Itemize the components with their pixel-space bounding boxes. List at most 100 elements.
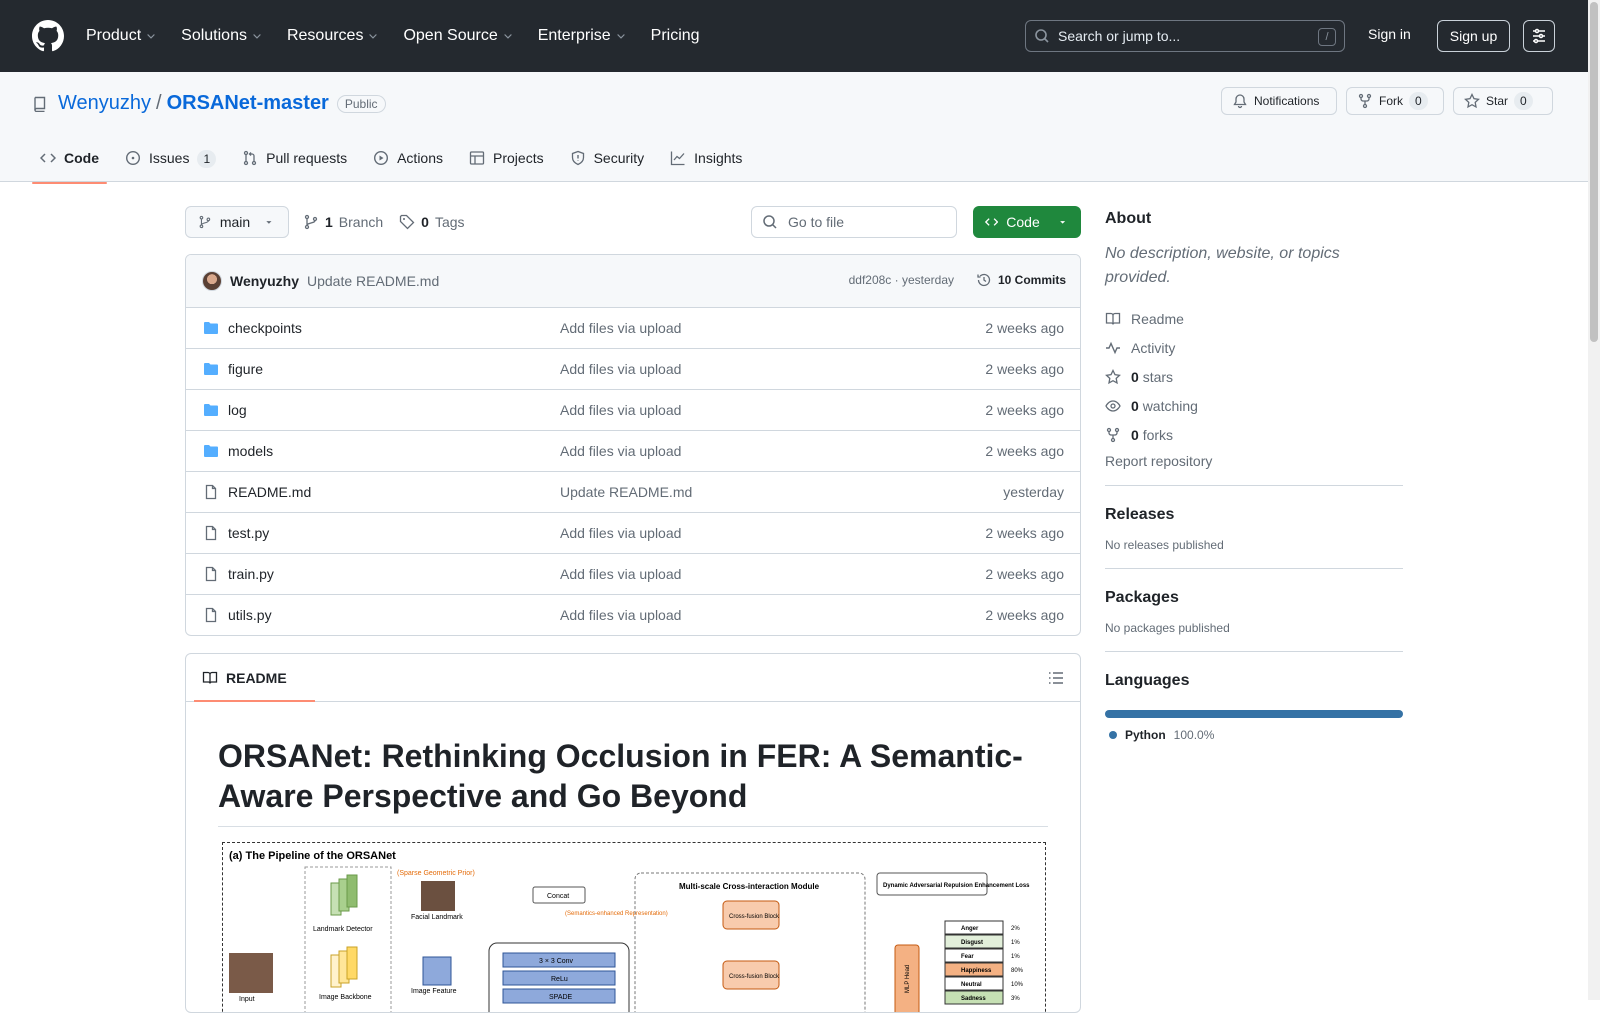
about-item-Activity[interactable]: Activity bbox=[1105, 333, 1403, 362]
about-item-count: 0 bbox=[1131, 368, 1139, 385]
file-row[interactable]: README.md Update README.md yesterday bbox=[186, 472, 1080, 513]
nav-solutions[interactable]: Solutions bbox=[181, 27, 263, 45]
about-item-forks[interactable]: 0 forks bbox=[1105, 420, 1403, 449]
tab-security[interactable]: Security bbox=[562, 146, 653, 182]
about-item-stars[interactable]: 0 stars bbox=[1105, 362, 1403, 391]
file-commit-message[interactable]: Add files via upload bbox=[560, 607, 681, 623]
language-color-dot bbox=[1109, 731, 1117, 739]
tab-issues[interactable]: Issues 1 bbox=[117, 146, 224, 182]
search-icon bbox=[763, 215, 777, 229]
relu-label: ReLu bbox=[551, 976, 568, 983]
readme-tab[interactable]: README bbox=[194, 670, 315, 702]
tab-projects[interactable]: Projects bbox=[461, 146, 552, 182]
repo-icon bbox=[34, 96, 46, 112]
file-icon bbox=[205, 525, 217, 541]
go-to-file-input[interactable]: Go to file bbox=[751, 206, 957, 238]
readme-panel: README ORSANet: Rethinking Occlusion in … bbox=[185, 653, 1081, 1013]
about-item-label: Activity bbox=[1131, 339, 1176, 356]
tab-label: Insights bbox=[694, 150, 743, 166]
language-item[interactable]: Python 100.0% bbox=[1105, 728, 1403, 742]
code-download-button[interactable]: Code bbox=[973, 206, 1081, 238]
emotion-name: Sadness bbox=[961, 996, 986, 1002]
file-commit-message[interactable]: Add files via upload bbox=[560, 402, 681, 418]
file-row[interactable]: figure Add files via upload 2 weeks ago bbox=[186, 349, 1080, 390]
file-name-link[interactable]: models bbox=[228, 443, 273, 459]
file-row[interactable]: utils.py Add files via upload 2 weeks ago bbox=[186, 595, 1080, 635]
file-commit-message[interactable]: Add files via upload bbox=[560, 566, 681, 582]
repo-title: Wenyuzhy / ORSANet-master Public bbox=[32, 92, 386, 115]
nav-open-source[interactable]: Open Source bbox=[403, 27, 513, 45]
github-logo-icon[interactable] bbox=[32, 20, 64, 52]
file-name-link[interactable]: figure bbox=[228, 361, 263, 377]
avatar[interactable] bbox=[202, 271, 222, 291]
releases-title[interactable]: Releases bbox=[1105, 506, 1403, 524]
readme-tab-label: README bbox=[226, 670, 287, 686]
file-row[interactable]: train.py Add files via upload 2 weeks ago bbox=[186, 554, 1080, 595]
settings-menu-button[interactable] bbox=[1523, 20, 1555, 52]
branch-selector[interactable]: main bbox=[185, 206, 289, 238]
tags-link[interactable]: 0 Tags bbox=[399, 214, 465, 230]
commits-history-link[interactable]: 10 Commits bbox=[976, 272, 1066, 288]
fork-button[interactable]: Fork 0 bbox=[1346, 87, 1444, 115]
tab-actions[interactable]: Actions bbox=[365, 146, 451, 182]
commit-meta[interactable]: ddf208c · yesterday bbox=[849, 273, 954, 287]
figure-caption: (a) The Pipeline of the ORSANet bbox=[229, 850, 396, 862]
file-name-link[interactable]: utils.py bbox=[228, 607, 272, 623]
file-row[interactable]: models Add files via upload 2 weeks ago bbox=[186, 431, 1080, 472]
nav-pricing[interactable]: Pricing bbox=[651, 27, 700, 45]
file-name-link[interactable]: test.py bbox=[228, 525, 269, 541]
file-name-link[interactable]: log bbox=[228, 402, 247, 418]
packages-title[interactable]: Packages bbox=[1105, 589, 1403, 607]
about-item-Readme[interactable]: Readme bbox=[1105, 304, 1403, 333]
tab-counter: 1 bbox=[197, 150, 217, 168]
repo-name-link[interactable]: ORSANet-master bbox=[167, 92, 329, 115]
nav-resources[interactable]: Resources bbox=[287, 27, 379, 45]
nav-enterprise[interactable]: Enterprise bbox=[538, 27, 627, 45]
star-button[interactable]: Star 0 bbox=[1453, 87, 1553, 115]
sign-in-link[interactable]: Sign in bbox=[1368, 26, 1411, 42]
emotion-percent: 80% bbox=[1011, 968, 1024, 974]
search-shortcut-badge: / bbox=[1318, 28, 1336, 46]
file-commit-message[interactable]: Add files via upload bbox=[560, 525, 681, 541]
tab-code[interactable]: Code bbox=[32, 146, 107, 184]
emotion-name: Anger bbox=[961, 926, 979, 932]
commit-message-link[interactable]: Update README.md bbox=[307, 273, 439, 289]
report-repository-link[interactable]: Report repository bbox=[1105, 453, 1403, 469]
about-title: About bbox=[1105, 210, 1152, 227]
list-icon[interactable] bbox=[1048, 670, 1064, 686]
file-commit-message[interactable]: Update README.md bbox=[560, 484, 692, 500]
file-name-link[interactable]: checkpoints bbox=[228, 320, 302, 336]
emotion-percent: 10% bbox=[1011, 982, 1024, 988]
scrollbar-thumb[interactable] bbox=[1590, 2, 1598, 342]
file-commit-message[interactable]: Add files via upload bbox=[560, 361, 681, 377]
file-commit-message[interactable]: Add files via upload bbox=[560, 320, 681, 336]
file-name-link[interactable]: README.md bbox=[228, 484, 311, 500]
tab-label: Code bbox=[64, 150, 99, 166]
repo-separator: / bbox=[156, 92, 162, 114]
folder-icon bbox=[204, 445, 218, 457]
file-row[interactable]: test.py Add files via upload 2 weeks ago bbox=[186, 513, 1080, 554]
repo-owner-link[interactable]: Wenyuzhy bbox=[58, 92, 151, 115]
image-backbone-block-icon bbox=[330, 946, 358, 988]
language-percent: 100.0% bbox=[1173, 728, 1215, 742]
sign-up-button[interactable]: Sign up bbox=[1437, 20, 1510, 52]
file-row[interactable]: checkpoints Add files via upload 2 weeks a… bbox=[186, 308, 1080, 349]
nav-product[interactable]: Product bbox=[86, 27, 157, 45]
about-sidebar: About No description, website, or topics… bbox=[1105, 210, 1403, 742]
tab-pull-requests[interactable]: Pull requests bbox=[234, 146, 355, 182]
search-box[interactable]: Search or jump to... / bbox=[1025, 20, 1345, 52]
file-commit-message[interactable]: Add files via upload bbox=[560, 443, 681, 459]
file-commit-date: 2 weeks ago bbox=[985, 361, 1064, 377]
tab-insights[interactable]: Insights bbox=[662, 146, 750, 182]
about-item-label: Readme bbox=[1131, 310, 1184, 327]
about-item-watching[interactable]: 0 watching bbox=[1105, 391, 1403, 420]
branches-link[interactable]: 1 Branch bbox=[303, 214, 383, 230]
table-icon bbox=[469, 151, 485, 165]
branch-tag-meta: 1 Branch 0 Tags bbox=[303, 214, 465, 230]
notifications-button[interactable]: Notifications bbox=[1221, 87, 1337, 115]
code-icon bbox=[40, 153, 56, 163]
commit-author-link[interactable]: Wenyuzhy bbox=[230, 273, 299, 289]
file-name-link[interactable]: train.py bbox=[228, 566, 274, 582]
tab-label: Projects bbox=[493, 150, 544, 166]
file-row[interactable]: log Add files via upload 2 weeks ago bbox=[186, 390, 1080, 431]
